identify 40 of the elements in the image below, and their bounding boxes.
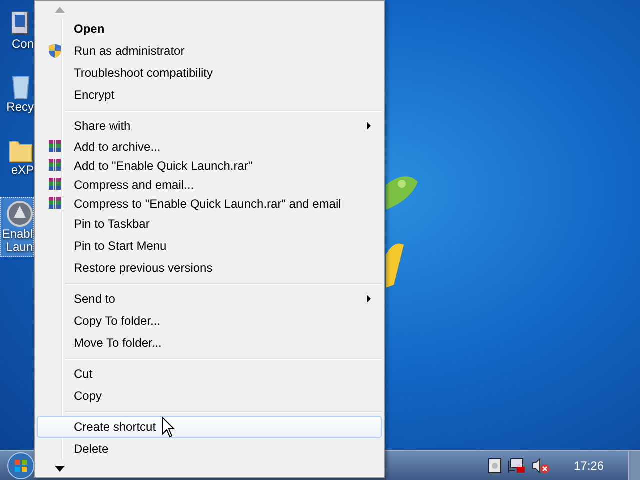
menu-item[interactable]: Copy To folder... [37,310,382,332]
menu-item[interactable]: Copy [37,385,382,407]
menu-item[interactable]: Add to "Enable Quick Launch.rar" [37,156,382,175]
book-stack-icon [47,176,63,192]
desktop-icon-selection[interactable]: Enabl Laun [0,197,34,257]
desktop-icon-label[interactable]: Recy [6,101,34,114]
desktop-icon-label[interactable]: eXP [11,164,34,177]
menu-item[interactable]: Run as administrator [37,40,382,62]
scroll-down-arrow-icon[interactable] [55,466,65,472]
menu-item[interactable]: Troubleshoot compatibility [37,62,382,84]
menu-item[interactable]: Pin to Taskbar [37,213,382,235]
menu-item[interactable]: Encrypt [37,84,382,106]
menu-item[interactable]: Create shortcut [37,416,382,438]
desktop-icon-label[interactable]: Enabl [2,228,33,241]
book-stack-icon [47,158,63,174]
menu-item[interactable]: Add to archive... [37,137,382,156]
mouse-pointer-icon [162,417,175,438]
shield-icon [47,43,63,59]
menu-item[interactable]: Share with [37,115,382,137]
submenu-arrow-icon [367,122,371,130]
desktop-icon-label[interactable]: Con [12,38,34,51]
menu-item[interactable]: Open [37,18,382,40]
menu-item[interactable]: Restore previous versions [37,257,382,279]
round-app-icon[interactable] [7,200,33,228]
menu-item[interactable]: Send to [37,288,382,310]
action-center-icon[interactable] [488,458,502,474]
start-button[interactable] [6,450,36,480]
clock[interactable]: 17:26 [574,456,604,474]
desktop-icon-label[interactable]: Laun [6,241,33,254]
menu-item[interactable]: Compress and email... [37,175,382,194]
menu-item[interactable]: Pin to Start Menu [37,235,382,257]
menu-item[interactable]: Move To folder... [37,332,382,354]
menu-item[interactable]: Compress to "Enable Quick Launch.rar" and email [37,194,382,213]
network-error-icon[interactable] [508,458,526,474]
speaker-muted-icon[interactable] [532,458,550,474]
book-stack-icon [47,196,63,212]
menu-item[interactable]: Delete [37,438,382,460]
book-stack-icon [47,138,63,154]
submenu-arrow-icon [367,295,371,303]
menu-item[interactable]: Cut [37,363,382,385]
